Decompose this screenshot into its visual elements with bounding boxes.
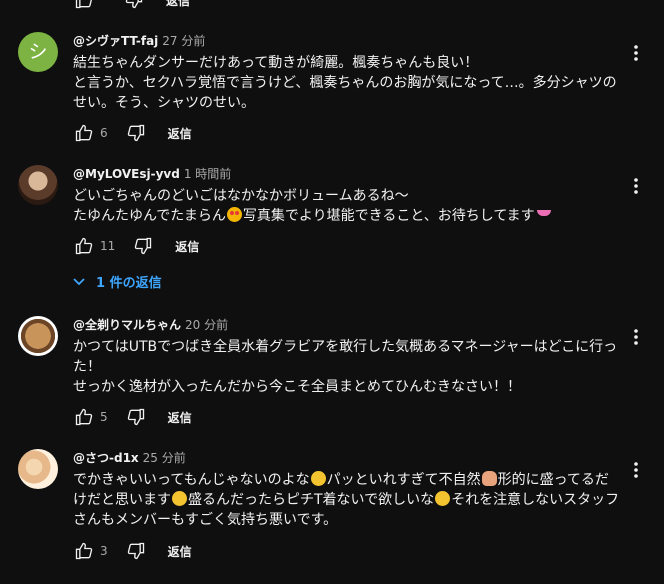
- replies-count-label: 1 件の返信: [96, 276, 162, 291]
- comment-line: せっかく逸材が入ったんだから今こそ全員まとめてひんむきなさい！！: [73, 379, 521, 395]
- comment-author[interactable]: @さつ-d1x: [73, 451, 139, 465]
- like-icon[interactable]: [72, 121, 96, 145]
- comment-text: かつてはUTBでつばき全員水着グラビアを敢行した気概あるマネージャーはどこに行っ…: [73, 337, 621, 397]
- more-actions-icon[interactable]: [624, 458, 648, 482]
- reply-button[interactable]: 返信: [166, 0, 190, 9]
- like-count: 6: [100, 126, 108, 140]
- like-count: 11: [100, 239, 116, 253]
- comment-header: @全剃りマルちゃん 20 分前: [73, 316, 228, 334]
- comment-text: 結生ちゃんダンサーだけあって動きが綺麗。楓奏ちゃんも良い！ と言うか、セクハラ覚…: [73, 53, 621, 113]
- comment-line: 結生ちゃんダンサーだけあって動きが綺麗。楓奏ちゃんも良い！: [73, 55, 479, 71]
- comment-author[interactable]: @MyLOVEsj-yvd: [73, 167, 180, 181]
- more-actions-icon[interactable]: [624, 174, 648, 198]
- avatar[interactable]: [18, 316, 58, 356]
- dislike-icon[interactable]: [131, 234, 155, 258]
- comment-actions: 返信: [72, 0, 190, 12]
- comment-line: かつてはUTBでつばき全員水着グラビアを敢行した気概あるマネージャーはどこに行っ…: [73, 339, 618, 375]
- previous-comment-actions: 返信: [0, 0, 664, 9]
- comment-segment: パッといれすぎて不自然: [326, 472, 481, 488]
- dislike-icon[interactable]: [124, 405, 148, 429]
- comment-segment: 写真集でより堪能できること、お待ちしてます: [242, 208, 535, 224]
- view-replies-button[interactable]: 1 件の返信: [72, 272, 162, 291]
- sad-face-emoji-icon: [172, 491, 187, 506]
- comment-actions: 6 返信: [72, 121, 192, 145]
- comment-segment: たゆんたゆんでたまらん: [73, 208, 226, 224]
- dislike-icon[interactable]: [124, 121, 148, 145]
- comment-actions: 5 返信: [72, 405, 192, 429]
- avatar[interactable]: [18, 449, 58, 489]
- comment-actions: 11 返信: [72, 234, 199, 258]
- comment-author[interactable]: @全剃りマルちゃん: [73, 318, 181, 332]
- more-actions-icon[interactable]: [624, 41, 648, 65]
- reply-button[interactable]: 返信: [168, 125, 192, 142]
- comment-time[interactable]: 25 分前: [143, 451, 186, 465]
- chevron-down-icon: [73, 277, 85, 285]
- reply-button[interactable]: 返信: [175, 238, 199, 255]
- like-icon[interactable]: [72, 234, 96, 258]
- comment-header: @MyLOVEsj-yvd 1 時間前: [73, 165, 231, 183]
- more-actions-icon[interactable]: [624, 325, 648, 349]
- person-gesturing-no-emoji-icon: [481, 471, 497, 486]
- like-icon[interactable]: [72, 0, 96, 12]
- heart-eyes-emoji-icon: [226, 207, 242, 222]
- comment-author[interactable]: @シヴァTT-faj: [73, 34, 158, 48]
- avatar[interactable]: シ: [18, 32, 58, 72]
- comment-line: と言うか、セクハラ覚悟で言うけど、楓奏ちゃんのお胸が気になって…。多分シャツのせ…: [73, 75, 617, 111]
- like-count: 3: [100, 544, 108, 558]
- comments-section: 返信 シ @シヴァTT-faj 27 分前 結生ちゃんダンサーだけあって動きが綺麗…: [0, 0, 664, 584]
- comment-actions: 3 返信: [72, 539, 192, 563]
- like-count: 5: [100, 410, 108, 424]
- like-icon[interactable]: [72, 405, 96, 429]
- comment-segment: 盛るんだったらピチT着ないで欲しいな: [188, 492, 435, 508]
- avatar[interactable]: [18, 165, 58, 205]
- reply-button[interactable]: 返信: [168, 543, 192, 560]
- bikini-emoji-icon: [536, 207, 552, 222]
- grinning-sweat-emoji-icon: [435, 491, 451, 506]
- comment-time[interactable]: 1 時間前: [184, 167, 231, 181]
- comment-text: でかきゃいいってもんじゃないのよな パッといれすぎて不自然 形的に盛ってるだけだと思…: [73, 470, 621, 530]
- comment-header: @シヴァTT-faj 27 分前: [73, 32, 205, 50]
- comment-header: @さつ-d1x 25 分前: [73, 449, 186, 467]
- comment-segment: でかきゃいいってもんじゃないのよな: [73, 472, 310, 488]
- comment-time[interactable]: 20 分前: [185, 318, 228, 332]
- dislike-icon[interactable]: [122, 0, 146, 12]
- comment-time[interactable]: 27 分前: [162, 34, 205, 48]
- comment-text: どいごちゃんのどいごはなかなかボリュームあるね～ たゆんたゆんでたまらん 写真集で…: [73, 186, 621, 226]
- comment-line: どいごちゃんのどいごはなかなかボリュームあるね～: [73, 188, 409, 204]
- dislike-icon[interactable]: [124, 539, 148, 563]
- reply-button[interactable]: 返信: [168, 409, 192, 426]
- grinning-sweat-emoji-icon: [310, 471, 326, 486]
- like-icon[interactable]: [72, 539, 96, 563]
